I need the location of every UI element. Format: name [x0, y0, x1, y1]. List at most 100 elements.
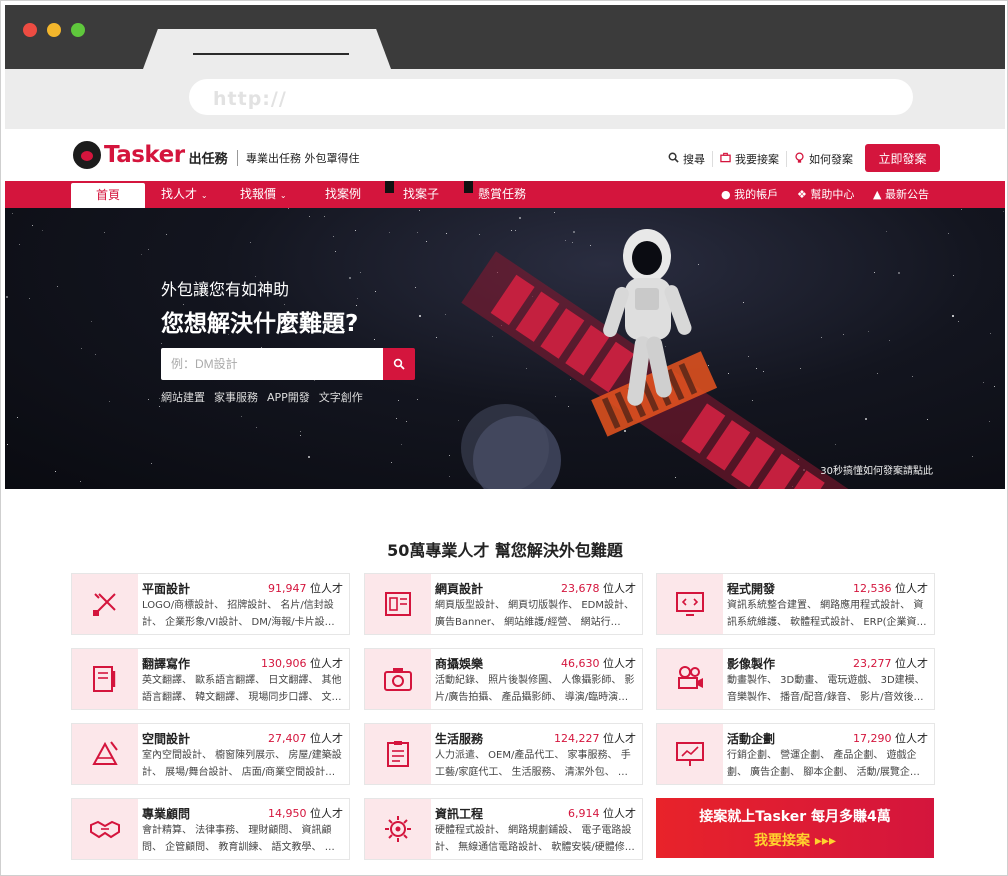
user-icon: ● [721, 188, 731, 201]
card-count: 14,950 位人才 [268, 805, 343, 821]
post-job-button[interactable]: 立即發案 [865, 144, 940, 172]
lightbulb-icon [794, 152, 805, 167]
header-link-take-case[interactable]: 我要接案 [712, 151, 786, 167]
close-window-icon[interactable] [23, 23, 37, 37]
site-logo[interactable]: Tasker 出任務 [73, 141, 228, 169]
browser-tab[interactable] [143, 29, 391, 69]
hero-banner: 外包讓您有如神助 您想解決什麼難題? 網站建置 家事服務 APP開發 文字創作 … [5, 208, 1005, 489]
category-card[interactable]: 平面設計 91,947 位人才 LOGO/商標設計、 招牌設計、 名片/信封設計、 … [71, 573, 350, 635]
card-count-unit: 位人才 [895, 732, 928, 745]
nav-right-label: 我的帳戶 [734, 188, 779, 201]
hero-search-input[interactable] [161, 348, 383, 380]
hero-tag-link[interactable]: APP開發 [267, 389, 310, 405]
card-icon-wrap [365, 649, 431, 709]
hero-howto-link[interactable]: 30秒搞懂如何發案請點此 [820, 462, 933, 477]
card-count-unit: 位人才 [603, 657, 636, 670]
card-name: 網頁設計 [435, 582, 484, 596]
category-card[interactable]: 影像製作 23,277 位人才動畫製作、 3D動畫、 電玩遊戲、 3D建模、 音樂… [656, 648, 935, 710]
nav-right-label: 幫助中心 [810, 188, 855, 201]
card-count-unit: 位人才 [603, 732, 636, 745]
nav-find-quote[interactable]: 找報價 ⌄ [240, 181, 287, 208]
card-count-unit: 位人才 [310, 657, 343, 670]
card-icon-wrap [72, 724, 138, 784]
chevron-down-icon: ⌄ [279, 191, 287, 200]
card-description: LOGO/商標設計、 招牌設計、 名片/信封設計、 企業形象/VI設計、 DM/… [142, 600, 335, 628]
briefcase-icon [720, 152, 731, 166]
chevron-down-icon: ⌄ [200, 191, 208, 200]
bell-icon: ▲ [873, 188, 882, 201]
maximize-window-icon[interactable] [71, 23, 85, 37]
hero-tag-link[interactable]: 文字創作 [319, 389, 363, 405]
card-name: 程式開發 [727, 582, 776, 596]
category-card[interactable]: 空間設計 27,407 位人才 室內空間設計、 櫥窗陳列展示、 房屋/建築設計、 展… [71, 723, 350, 785]
document-pen-icon [93, 666, 116, 692]
nav-announcements[interactable]: ▲ 最新公告 [873, 181, 929, 208]
card-count: 130,906 位人才 [261, 655, 343, 671]
card-count-number: 27,407 [268, 732, 307, 745]
category-card[interactable]: 翻譯寫作 130,906 位人才英文翻譯、 歐系語言翻譯、 日文翻譯、 其他語言翻… [71, 648, 350, 710]
nav-bounty-tasks[interactable]: 懸賞任務 [478, 181, 526, 208]
minimize-window-icon[interactable] [47, 23, 61, 37]
card-description: 活動紀錄、 照片後製修圖、 人像攝影師、 影片/廣告拍攝、 產品攝影師、 導演/… [435, 675, 635, 703]
gear-chip-icon [385, 816, 411, 842]
category-card[interactable]: 程式開發 12,536 位人才 資訊系統整合建置、 網路應用程式設計、 資訊系統維護… [656, 573, 935, 635]
category-card[interactable]: 活動企劃 17,290 位人才 行銷企劃、 營運企劃、 產品企劃、 遊戲企劃、 廣告… [656, 723, 935, 785]
nav-label: 找報價 [240, 187, 277, 201]
nav-help-center[interactable]: ❖ 幫助中心 [797, 181, 854, 208]
card-name: 生活服務 [435, 732, 484, 746]
card-count: 124,227 位人才 [554, 730, 636, 746]
webpage-layout-icon [385, 592, 411, 616]
tab-title-placeholder [193, 53, 349, 55]
section-title: 50萬專業人才 幫您解決外包難題 [387, 541, 623, 560]
nav-find-talent[interactable]: 找人才 ⌄ [161, 181, 208, 208]
card-description: 動畫製作、 3D動畫、 電玩遊戲、 3D建模、 音樂製作、 播音/配音/錄音、 … [727, 675, 925, 703]
card-name: 翻譯寫作 [142, 657, 191, 671]
category-card[interactable]: 專業顧問 14,950 位人才 會計精算、 法律事務、 理財顧問、 資訊顧問、 企管… [71, 798, 350, 860]
category-card[interactable]: 生活服務 124,227 位人才 人力派遣、 OEM/產品代工、 家事服務、 手工藝… [364, 723, 643, 785]
nav-home[interactable]: 首頁 [71, 183, 145, 208]
card-icon-wrap [72, 649, 138, 709]
card-count-number: 12,536 [853, 582, 892, 595]
handshake-icon [90, 820, 120, 839]
address-bar[interactable] [189, 79, 913, 115]
nav-find-cases[interactable]: 找案例 [325, 181, 361, 208]
flag-badge-icon [464, 181, 473, 193]
nav-my-account[interactable]: ● 我的帳戶 [721, 181, 778, 208]
nav-label: 找人才 [161, 187, 198, 201]
category-card[interactable]: 網頁設計 23,678 位人才 網頁版型設計、 網頁切版製作、 EDM設計、 廣告B… [364, 573, 643, 635]
card-name: 空間設計 [142, 732, 191, 746]
card-count: 23,277 位人才 [853, 655, 928, 671]
card-description: 英文翻譯、 歐系語言翻譯、 日文翻譯、 其他語言翻譯、 韓文翻譯、 現場同步口譯… [142, 675, 342, 703]
search-icon [393, 358, 405, 370]
hero-subtitle: 外包讓您有如神助 [161, 280, 290, 299]
card-count-number: 130,906 [261, 657, 307, 670]
hero-search-button[interactable] [383, 348, 415, 380]
header-link-search[interactable]: 搜尋 [661, 151, 712, 167]
card-count-number: 17,290 [853, 732, 892, 745]
card-icon-wrap [657, 724, 723, 784]
promo-cta: 我要接案 ▸▸▸ [754, 833, 836, 849]
category-card[interactable]: 資訊工程 6,914 位人才 硬體程式設計、 網路規劃鋪設、 電子電路設計、 無線通… [364, 798, 643, 860]
card-name: 平面設計 [142, 582, 191, 596]
card-name: 專業顧問 [142, 807, 191, 821]
category-card[interactable]: 商攝娛樂 46,630 位人才 活動紀錄、 照片後製修圖、 人像攝影師、 影片/廣告… [364, 648, 643, 710]
card-count: 17,290 位人才 [853, 730, 928, 746]
clipboard-list-icon [387, 741, 409, 767]
card-name: 影像製作 [727, 657, 776, 671]
header-link-how-to-post[interactable]: 如何發案 [786, 151, 860, 167]
card-count-unit: 位人才 [310, 732, 343, 745]
hero-tag-link[interactable]: 網站建置 [161, 389, 205, 405]
help-icon: ❖ [797, 188, 807, 201]
card-description: 資訊系統整合建置、 網路應用程式設計、 資訊系統維護、 軟體程式設計、 ERP(… [727, 600, 927, 628]
hero-tag-link[interactable]: 家事服務 [214, 389, 258, 405]
pencil-ruler-icon [93, 593, 116, 616]
card-count-number: 46,630 [561, 657, 600, 670]
card-icon-wrap [72, 799, 138, 859]
card-count-unit: 位人才 [310, 807, 343, 820]
promo-banner[interactable]: 接案就上Tasker 每月多賺4萬 我要接案 ▸▸▸ [656, 798, 934, 858]
nav-right-label: 最新公告 [884, 188, 929, 201]
card-name: 活動企劃 [727, 732, 776, 746]
card-count-unit: 位人才 [603, 807, 636, 820]
card-icon-wrap [72, 574, 138, 634]
nav-find-projects[interactable]: 找案子 [403, 181, 439, 208]
